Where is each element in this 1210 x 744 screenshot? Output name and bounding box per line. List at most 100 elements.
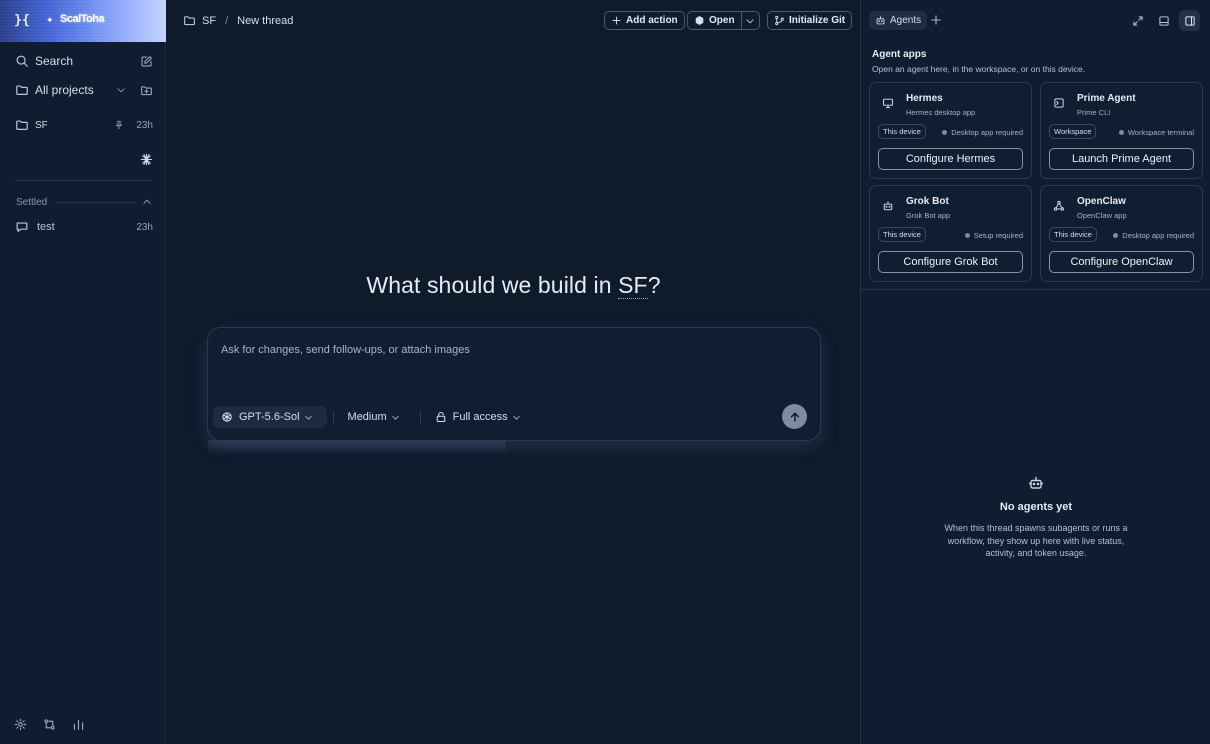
search-button[interactable]: Search <box>15 51 153 71</box>
bot-icon <box>882 200 894 212</box>
brand-name: ScalToha <box>60 13 105 25</box>
all-projects-button[interactable]: All projects <box>15 80 153 100</box>
panel-divider <box>861 289 1210 290</box>
chevron-down-icon[interactable] <box>116 85 126 95</box>
agent-description: OpenClaw app <box>1077 211 1127 220</box>
settled-divider <box>54 202 136 203</box>
git-compare-icon[interactable] <box>43 718 56 731</box>
configure-hermes-button[interactable]: Configure Hermes <box>878 148 1023 170</box>
composer-input[interactable]: Ask for changes, send follow-ups, or att… <box>221 344 470 356</box>
open-menu-button[interactable] <box>742 12 759 29</box>
bottom-panel-button[interactable] <box>1153 10 1174 31</box>
status-dot <box>1113 233 1119 238</box>
sidebar-divider <box>15 180 152 181</box>
all-projects-label: All projects <box>35 83 94 97</box>
breadcrumb-project[interactable]: SF <box>202 15 216 27</box>
toolbar-divider <box>332 410 334 424</box>
top-bar: SF / New thread Add action Open Initiali… <box>167 0 860 42</box>
expand-button[interactable] <box>1127 10 1148 31</box>
network-icon <box>1053 200 1065 212</box>
add-folder-icon[interactable] <box>140 84 153 97</box>
composer[interactable]: Ask for changes, send follow-ups, or att… <box>207 327 821 441</box>
agent-location-badge: Workspace <box>1049 124 1097 139</box>
agent-name: OpenClaw <box>1077 196 1126 207</box>
toolbar-divider <box>419 410 421 424</box>
composer-toolbar: GPT-5.6-Sol Medium Full access <box>213 406 535 428</box>
empty-state-text: When this thread spawns subagents or run… <box>944 523 1128 558</box>
thread-item[interactable]: test 23h <box>15 217 153 237</box>
hero-project[interactable]: SF <box>618 272 648 299</box>
send-button[interactable] <box>782 404 807 429</box>
agent-name: Prime Agent <box>1077 93 1136 104</box>
tab-agents[interactable]: Agents <box>869 11 928 30</box>
chevron-down-icon <box>512 413 521 422</box>
agent-location-badge: This device <box>1049 227 1097 242</box>
side-panel-button[interactable] <box>1179 10 1200 31</box>
model-selector[interactable]: GPT-5.6-Sol <box>213 406 327 428</box>
effort-selector[interactable]: Medium <box>340 406 414 428</box>
git-branch-icon <box>774 15 785 26</box>
agents-panel: Agents Agent apps Open an agent here, in… <box>860 0 1210 744</box>
configure-grok-bot-button[interactable]: Configure Grok Bot <box>878 251 1023 273</box>
agent-status-text: Desktop app required <box>1122 231 1194 240</box>
chevron-down-icon <box>304 413 313 422</box>
agent-description: Grok Bot app <box>906 211 951 220</box>
tab-agents-label: Agents <box>890 15 922 26</box>
brand-header[interactable]: }{ ✦ ScalToha <box>0 0 166 42</box>
agent-card-prime: Prime Agent Prime CLI Workspace Workspac… <box>1040 82 1203 179</box>
breadcrumb-separator: / <box>225 14 229 27</box>
initialize-git-button[interactable]: Initialize Git <box>767 11 853 30</box>
open-label: Open <box>709 15 735 26</box>
chevron-down-icon <box>391 413 400 422</box>
chevron-up-icon[interactable] <box>142 197 152 207</box>
hero-prefix: What should we build in <box>366 272 619 298</box>
search-icon <box>15 54 29 68</box>
sidebar-footer <box>14 718 85 731</box>
bot-icon <box>875 15 886 26</box>
gear-icon[interactable] <box>14 718 27 731</box>
model-label: GPT-5.6-Sol <box>239 411 300 423</box>
empty-state-title: No agents yet <box>999 501 1073 513</box>
agent-status-text: Workspace terminal <box>1127 128 1194 137</box>
chevron-down-icon <box>745 16 755 26</box>
agent-status: Workspace terminal <box>1118 128 1194 137</box>
plus-icon <box>611 15 622 26</box>
project-name: SF <box>35 119 48 131</box>
access-selector[interactable]: Full access <box>427 406 535 428</box>
add-tab-icon[interactable] <box>930 14 942 26</box>
new-thread-icon[interactable] <box>140 55 153 68</box>
search-label: Search <box>35 54 74 68</box>
access-label: Full access <box>452 411 508 423</box>
effort-label: Medium <box>347 411 387 423</box>
app-logo: }{ <box>14 13 30 28</box>
breadcrumb: SF / New thread <box>183 14 293 27</box>
agent-status-text: Desktop app required <box>951 128 1023 137</box>
bar-chart-icon[interactable] <box>72 718 85 731</box>
add-action-button[interactable]: Add action <box>604 11 685 30</box>
bot-icon <box>1028 475 1044 491</box>
agent-status: Setup required <box>964 231 1023 240</box>
agent-apps-subtitle: Open an agent here, in the workspace, or… <box>872 64 1086 74</box>
agent-name: Hermes <box>906 93 943 104</box>
lock-icon <box>435 411 447 423</box>
sparkle-icon[interactable] <box>140 153 153 166</box>
thread-time: 23h <box>136 221 153 233</box>
initialize-git-label: Initialize Git <box>789 15 846 26</box>
pin-icon[interactable] <box>114 120 124 130</box>
sidebar-item-project[interactable]: SF 23h <box>15 115 153 135</box>
status-dot <box>942 130 948 135</box>
folder-icon <box>183 14 196 27</box>
agent-card-grok: Grok Bot Grok Bot app This device Setup … <box>869 185 1032 282</box>
agent-description: Hermes desktop app <box>906 108 976 117</box>
status-dot <box>964 233 970 238</box>
open-button-group: Open <box>687 11 760 30</box>
hero-suffix: ? <box>647 272 661 298</box>
launch-prime-agent-button[interactable]: Launch Prime Agent <box>1049 148 1194 170</box>
composer-shadow <box>208 440 506 454</box>
configure-openclaw-button[interactable]: Configure OpenClaw <box>1049 251 1194 273</box>
status-dot <box>1118 130 1124 135</box>
agent-card-openclaw: OpenClaw OpenClaw app This device Deskto… <box>1040 185 1203 282</box>
open-button[interactable]: Open <box>688 12 742 29</box>
add-action-label: Add action <box>626 15 678 26</box>
model-logo-icon <box>221 411 233 423</box>
